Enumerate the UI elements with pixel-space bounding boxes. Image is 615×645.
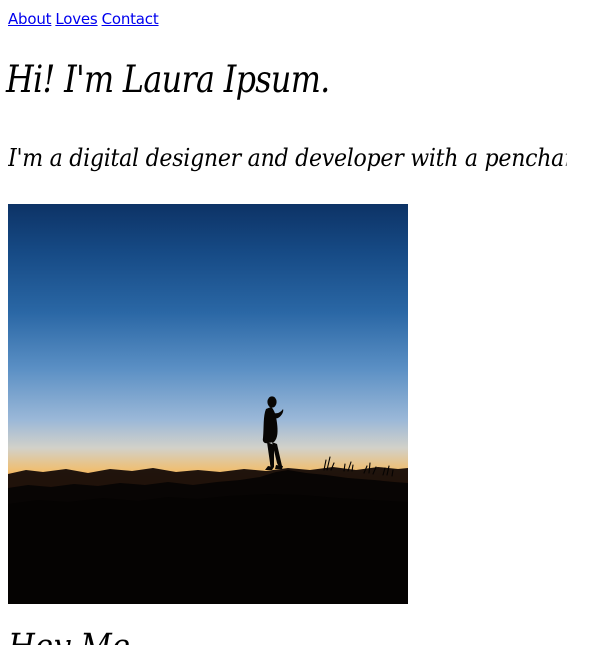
hero-photo xyxy=(8,204,408,604)
nav-link-about[interactable]: About xyxy=(8,8,52,30)
nav-link-loves[interactable]: Loves xyxy=(55,8,97,30)
sunset-silhouette-illustration xyxy=(8,396,408,604)
section-heading: Hey Me xyxy=(8,626,130,645)
hero-title: Hi! I'm Laura Ipsum. xyxy=(6,58,330,101)
top-navigation: About Loves Contact xyxy=(8,8,159,30)
portfolio-page: About Loves Contact Hi! I'm Laura Ipsum.… xyxy=(0,0,615,645)
nav-link-contact[interactable]: Contact xyxy=(102,8,159,30)
tagline: I'm a digital designer and developer wit… xyxy=(8,144,566,172)
